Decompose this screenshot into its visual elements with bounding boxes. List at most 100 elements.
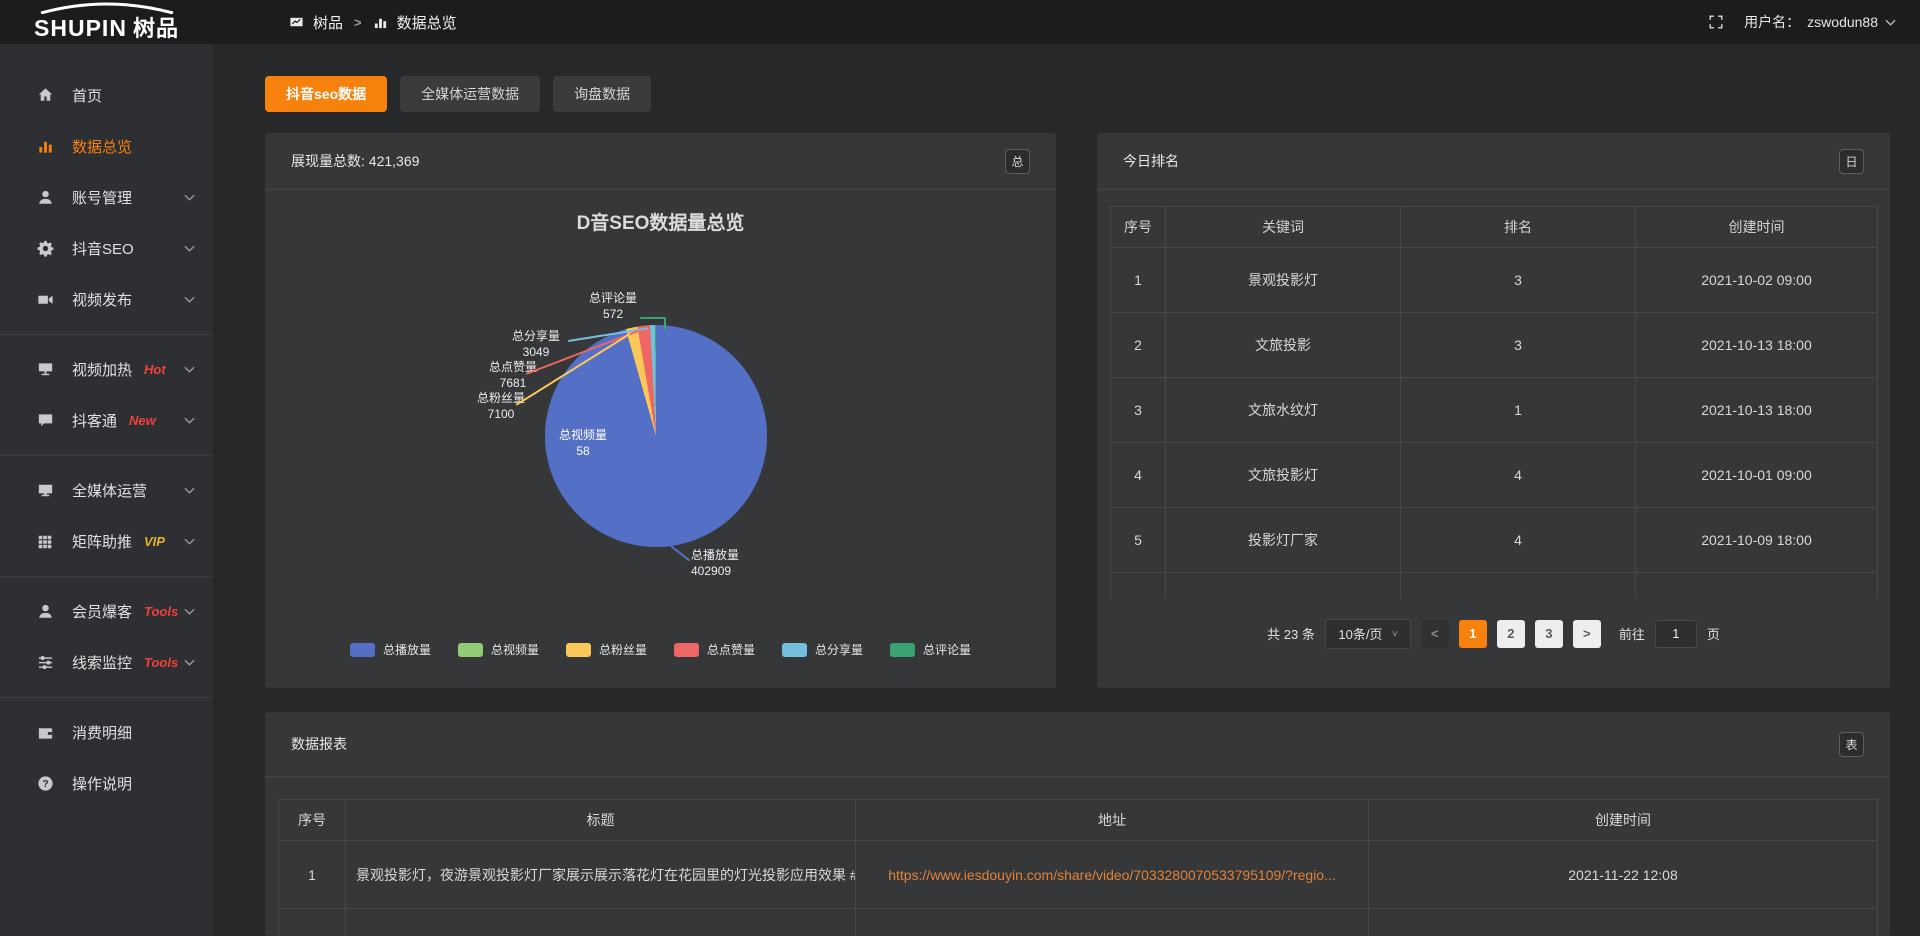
ranking-panel-header: 今日排名 日 <box>1097 133 1890 190</box>
goto-page-input[interactable] <box>1655 620 1697 648</box>
main-content: 抖音seo数据 全媒体运营数据 询盘数据 展现量总数: 421,369 总 D音… <box>213 44 1920 936</box>
chevron-down-icon <box>184 417 195 424</box>
tab-douyin-seo-data[interactable]: 抖音seo数据 <box>265 76 387 112</box>
chevron-down-icon <box>1885 19 1896 26</box>
logo[interactable]: SHUPIN树品 <box>0 2 213 43</box>
sidebar-item-data-overview[interactable]: 数据总览 <box>0 121 213 172</box>
legend-item-likes[interactable]: 总点赞量 <box>674 641 755 658</box>
impressions-total: 展现量总数: 421,369 <box>291 151 419 171</box>
sidebar-item-label: 全媒体运营 <box>72 480 147 501</box>
page-button-2[interactable]: 2 <box>1497 620 1525 648</box>
legend-item-videos[interactable]: 总视频量 <box>458 641 539 658</box>
pagination-total: 共 23 条 <box>1267 624 1315 643</box>
sidebar-item-home[interactable]: 首页 <box>0 70 213 121</box>
sidebar-divider <box>0 455 213 456</box>
top-panels-row: 展现量总数: 421,369 总 D音SEO数据量总览 总评论量572 总分享量… <box>265 133 1890 688</box>
col-keyword: 关键词 <box>1166 207 1401 248</box>
wallet-icon <box>35 723 55 743</box>
legend-swatch <box>566 643 591 657</box>
ranking-title: 今日排名 <box>1123 151 1179 171</box>
screen-icon <box>35 360 55 380</box>
sidebar-item-lead-monitor[interactable]: 线索监控 Tools <box>0 637 213 688</box>
sidebar-item-media-ops[interactable]: 全媒体运营 <box>0 465 213 516</box>
col-url: 地址 <box>856 800 1369 841</box>
day-view-button[interactable]: 日 <box>1839 149 1864 174</box>
table-row: 1 景观投影灯，夜游景观投影灯厂家展示展示落花灯在花园里的灯光投影应用效果 # … <box>279 841 1878 909</box>
tab-media-ops-data[interactable]: 全媒体运营数据 <box>400 76 540 112</box>
sidebar-item-member-burst[interactable]: 会员爆客 Tools <box>0 586 213 637</box>
person-icon <box>35 602 55 622</box>
col-title: 标题 <box>346 800 856 841</box>
chevron-down-icon: > <box>1389 631 1400 637</box>
chart-panel-header: 展现量总数: 421,369 总 <box>265 133 1056 190</box>
chart-legend: 总播放量 总视频量 总粉丝量 总点赞量 总分享量 总评论量 <box>265 641 1056 658</box>
legend-swatch <box>674 643 699 657</box>
chevron-down-icon <box>184 608 195 615</box>
badge-new: New <box>129 413 156 428</box>
legend-item-shares[interactable]: 总分享量 <box>782 641 863 658</box>
report-panel: 数据报表 表 序号 标题 地址 创建时间 1 景观投影灯，夜游景观投影灯厂 <box>265 712 1890 936</box>
legend-swatch <box>782 643 807 657</box>
sidebar-item-video-publish[interactable]: 视频发布 <box>0 274 213 325</box>
table-header-row: 序号 关键词 排名 创建时间 <box>1111 207 1878 248</box>
goto-unit: 页 <box>1707 624 1720 643</box>
pagination: 共 23 条 10条/页 > < 1 2 3 > 前往 页 <box>1097 619 1890 649</box>
table-row: 4文旅投影灯42021-10-01 09:00 <box>1111 443 1878 508</box>
breadcrumb: 树品 > 数据总览 <box>289 12 457 33</box>
sidebar-item-account[interactable]: 账号管理 <box>0 172 213 223</box>
page-button-3[interactable]: 3 <box>1535 620 1563 648</box>
total-view-button[interactable]: 总 <box>1005 149 1030 174</box>
legend-item-fans[interactable]: 总粉丝量 <box>566 641 647 658</box>
sidebar-item-douketong[interactable]: 抖客通 New <box>0 395 213 446</box>
sidebar-item-expense-detail[interactable]: 消费明细 <box>0 707 213 758</box>
sidebar-item-label: 操作说明 <box>72 773 132 794</box>
page-button-1[interactable]: 1 <box>1459 620 1487 648</box>
table-row: 2文旅投影32021-10-13 18:00 <box>1111 313 1878 378</box>
gear-icon <box>35 239 55 259</box>
sidebar-item-label: 数据总览 <box>72 136 132 157</box>
user-menu[interactable]: 用户名：zswodun88 <box>1744 12 1896 32</box>
username-value: zswodun88 <box>1807 14 1878 30</box>
grid-icon <box>35 532 55 552</box>
table-row: 5投影灯厂家42021-10-09 18:00 <box>1111 508 1878 573</box>
home-icon <box>35 86 55 106</box>
monitor-icon <box>35 481 55 501</box>
page-size-select[interactable]: 10条/页 > <box>1325 619 1411 649</box>
table-view-button[interactable]: 表 <box>1839 732 1864 757</box>
sidebar-item-label: 首页 <box>72 85 102 106</box>
legend-swatch <box>458 643 483 657</box>
legend-swatch <box>890 643 915 657</box>
sidebar: 首页 数据总览 账号管理 抖音SEO 视频发布 视频加热 Hot <box>0 44 213 936</box>
chart-icon <box>35 137 55 157</box>
table-header-row: 序号 标题 地址 创建时间 <box>279 800 1878 841</box>
tab-inquiry-data[interactable]: 询盘数据 <box>553 76 651 112</box>
sliders-icon <box>35 653 55 673</box>
breadcrumb-root[interactable]: 树品 <box>313 12 343 33</box>
col-created: 创建时间 <box>1369 800 1878 841</box>
badge-vip: VIP <box>144 534 165 549</box>
next-page-button[interactable]: > <box>1573 620 1601 648</box>
legend-item-plays[interactable]: 总播放量 <box>350 641 431 658</box>
header-right: 用户名：zswodun88 <box>1708 12 1896 32</box>
badge-tools: Tools <box>144 604 178 619</box>
sidebar-item-douyin-seo[interactable]: 抖音SEO <box>0 223 213 274</box>
sidebar-divider <box>0 334 213 335</box>
pie-chart-area: D音SEO数据量总览 总评论量572 总分享量3049 总点赞量7681 <box>265 190 1056 687</box>
legend-item-comments[interactable]: 总评论量 <box>890 641 971 658</box>
sidebar-item-label: 抖音SEO <box>72 238 134 259</box>
logo-text-cn: 树品 <box>133 16 179 41</box>
sidebar-item-help[interactable]: ? 操作说明 <box>0 758 213 809</box>
pie-label-plays: 总播放量402909 <box>677 547 767 579</box>
video-camera-icon <box>35 290 55 310</box>
board-icon <box>289 15 304 30</box>
report-row-url-link[interactable]: https://www.iesdouyin.com/share/video/70… <box>856 841 1369 909</box>
table-row-partial <box>279 909 1878 936</box>
chevron-down-icon <box>184 366 195 373</box>
sidebar-item-video-heat[interactable]: 视频加热 Hot <box>0 344 213 395</box>
chevron-down-icon <box>184 194 195 201</box>
prev-page-button[interactable]: < <box>1421 620 1449 648</box>
sidebar-item-label: 线索监控 <box>72 652 132 673</box>
table-row: 1景观投影灯32021-10-02 09:00 <box>1111 248 1878 313</box>
fullscreen-icon[interactable] <box>1708 14 1724 30</box>
sidebar-item-matrix-boost[interactable]: 矩阵助推 VIP <box>0 516 213 567</box>
